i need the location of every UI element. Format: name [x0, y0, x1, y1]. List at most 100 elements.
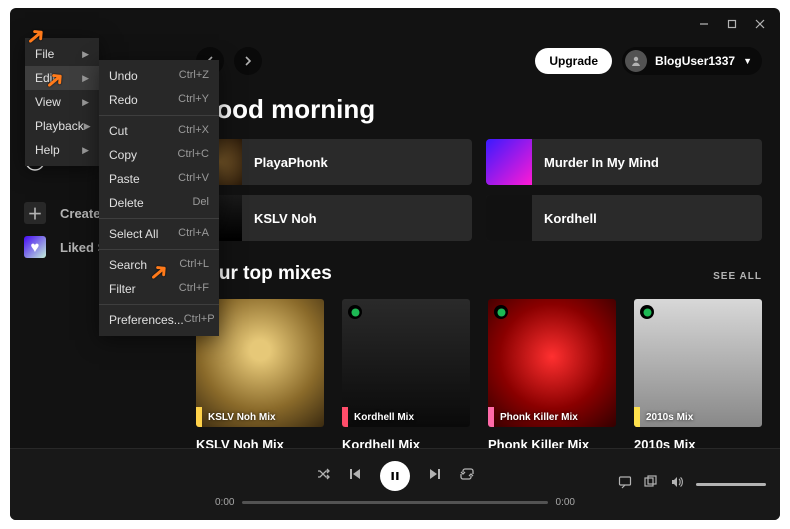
- menu-shortcut: Ctrl+Y: [178, 93, 209, 107]
- menu-item-undo[interactable]: Undo Ctrl+Z: [99, 64, 219, 88]
- menu-item-label: Select All: [109, 227, 158, 241]
- mix-strip-label: KSLV Noh Mix: [202, 412, 276, 423]
- nav-forward-button[interactable]: [234, 47, 262, 75]
- avatar-icon: [625, 50, 647, 72]
- play-pause-button[interactable]: [380, 461, 410, 491]
- quick-title: KSLV Noh: [242, 211, 317, 226]
- time-total: 0:00: [556, 497, 575, 508]
- content-area: Upgrade BlogUser1337 ▼ Good morning Play…: [188, 40, 780, 448]
- chevron-right-icon: ▶: [82, 145, 89, 156]
- app-window: ••• Premium ＋ Create Pla ♥ Liked Song Up…: [10, 8, 780, 520]
- menu-item-help[interactable]: Help ▶: [25, 138, 99, 162]
- next-button[interactable]: [428, 467, 442, 486]
- quick-card[interactable]: PlayaPhonk: [196, 139, 472, 185]
- menu-item-label: Paste: [109, 172, 140, 186]
- see-all-link[interactable]: SEE ALL: [713, 271, 762, 282]
- spotify-badge-icon: [348, 305, 362, 319]
- menu-shortcut: Ctrl+A: [178, 227, 209, 241]
- volume-slider[interactable]: [696, 483, 766, 486]
- mix-name: Kordhell Mix: [342, 437, 470, 448]
- chevron-down-icon: ▼: [743, 56, 752, 66]
- mix-strip: KSLV Noh Mix: [196, 407, 324, 427]
- menu-item-select-all[interactable]: Select All Ctrl+A: [99, 222, 219, 246]
- mix-row: KSLV Noh Mix KSLV Noh Mix Kordhell, Play…: [196, 299, 762, 448]
- window-titlebar: [10, 8, 780, 40]
- progress-bar[interactable]: [242, 501, 547, 504]
- quick-title: PlayaPhonk: [242, 155, 328, 170]
- menu-item-paste[interactable]: PasteCtrl+V: [99, 167, 219, 191]
- lyrics-button[interactable]: [618, 475, 632, 494]
- menu-item-label: Delete: [109, 196, 144, 210]
- mix-strip: Kordhell Mix: [342, 407, 470, 427]
- menu-item-label: Copy: [109, 148, 137, 162]
- main-menu: File▶Edit▶View▶Playback▶Help▶: [25, 38, 99, 166]
- menu-separator: [99, 304, 219, 305]
- chevron-right-icon: ▶: [82, 97, 89, 108]
- quick-card[interactable]: Murder In My Mind: [486, 139, 762, 185]
- greeting-heading: Good morning: [196, 94, 762, 125]
- user-name: BlogUser1337: [655, 54, 735, 68]
- previous-button[interactable]: [348, 467, 362, 486]
- spotify-badge-icon: [640, 305, 654, 319]
- menu-separator: [99, 115, 219, 116]
- chevron-right-icon: ▶: [82, 49, 89, 60]
- menu-shortcut: Ctrl+X: [178, 124, 209, 138]
- quick-card[interactable]: Kordhell: [486, 195, 762, 241]
- volume-icon[interactable]: [670, 475, 684, 494]
- menu-item-preferences-[interactable]: Preferences...Ctrl+P: [99, 308, 219, 332]
- album-art: [486, 195, 532, 241]
- mix-card[interactable]: 2010s Mix 2010s Mix Harry Styles, Sia, T…: [634, 299, 762, 448]
- player-bar: 0:00 0:00: [10, 448, 780, 520]
- quick-title: Kordhell: [532, 211, 597, 226]
- menu-item-label: Search: [109, 258, 147, 272]
- window-minimize-button[interactable]: [690, 11, 718, 37]
- album-art: [486, 139, 532, 185]
- mix-art: Phonk Killer Mix: [488, 299, 616, 427]
- menu-item-label: Playback: [35, 119, 84, 133]
- mix-name: 2010s Mix: [634, 437, 762, 448]
- mix-strip-label: Kordhell Mix: [348, 412, 414, 423]
- mix-name: KSLV Noh Mix: [196, 437, 324, 448]
- repeat-button[interactable]: [460, 467, 474, 486]
- menu-item-label: Undo: [109, 69, 138, 83]
- window-close-button[interactable]: [746, 11, 774, 37]
- mix-card[interactable]: Kordhell Mix Kordhell Mix Phonk Killer, …: [342, 299, 470, 448]
- edit-submenu: Undo Ctrl+Z RedoCtrl+Y Cut Ctrl+X Copy Ctrl+C P…: [99, 60, 219, 336]
- menu-item-label: Cut: [109, 124, 128, 138]
- shuffle-button[interactable]: [316, 467, 330, 486]
- menu-shortcut: Del: [192, 196, 209, 210]
- menu-item-redo[interactable]: RedoCtrl+Y: [99, 88, 219, 112]
- menu-item-copy[interactable]: Copy Ctrl+C: [99, 143, 219, 167]
- user-menu-button[interactable]: BlogUser1337 ▼: [622, 47, 762, 75]
- mix-strip-label: Phonk Killer Mix: [494, 412, 578, 423]
- menu-separator: [99, 218, 219, 219]
- upgrade-button[interactable]: Upgrade: [535, 48, 612, 74]
- menu-separator: [99, 249, 219, 250]
- mix-strip-label: 2010s Mix: [640, 412, 693, 423]
- mix-name: Phonk Killer Mix: [488, 437, 616, 448]
- queue-button[interactable]: [644, 475, 658, 494]
- menu-shortcut: Ctrl+C: [178, 148, 209, 162]
- topbar: Upgrade BlogUser1337 ▼: [196, 40, 762, 82]
- menu-item-delete[interactable]: Delete Del: [99, 191, 219, 215]
- chevron-right-icon: ▶: [84, 121, 91, 132]
- quick-title: Murder In My Mind: [532, 155, 659, 170]
- menu-shortcut: Ctrl+Z: [179, 69, 209, 83]
- plus-icon: ＋: [24, 202, 46, 224]
- quick-card[interactable]: KSLV Noh: [196, 195, 472, 241]
- mix-strip: 2010s Mix: [634, 407, 762, 427]
- chevron-right-icon: ▶: [82, 73, 89, 84]
- menu-shortcut: Ctrl+L: [179, 258, 209, 272]
- window-maximize-button[interactable]: [718, 11, 746, 37]
- menu-item-playback[interactable]: Playback▶: [25, 114, 99, 138]
- spotify-badge-icon: [494, 305, 508, 319]
- menu-item-cut[interactable]: Cut Ctrl+X: [99, 119, 219, 143]
- heart-icon: ♥: [24, 236, 46, 258]
- time-elapsed: 0:00: [215, 497, 234, 508]
- mix-card[interactable]: Phonk Killer Mix Phonk Killer Mix KSLV N…: [488, 299, 616, 448]
- menu-item-label: Filter: [109, 282, 136, 296]
- menu-item-label: Help: [35, 143, 60, 157]
- quick-picks-grid: PlayaPhonk Murder In My Mind KSLV Noh Kordh…: [196, 139, 762, 241]
- mix-art: Kordhell Mix: [342, 299, 470, 427]
- menu-shortcut: Ctrl+F: [179, 282, 209, 296]
